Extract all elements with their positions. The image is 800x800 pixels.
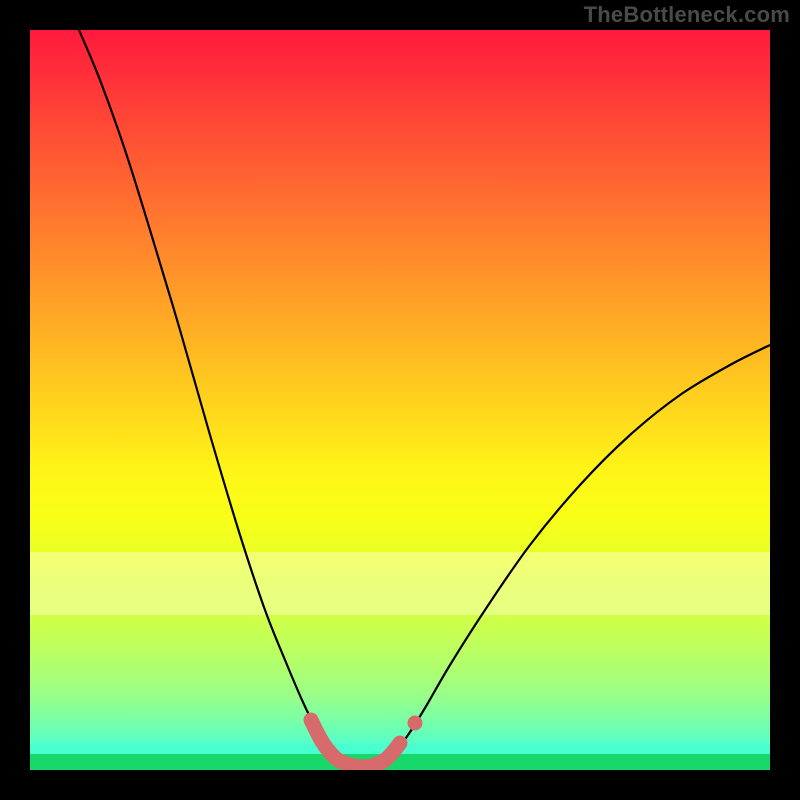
plot-area xyxy=(30,30,770,770)
watermark-text: TheBottleneck.com xyxy=(584,2,790,28)
highlight-dot xyxy=(408,716,422,730)
chart-frame: TheBottleneck.com xyxy=(0,0,800,800)
bottleneck-curve xyxy=(79,30,770,768)
highlight-region xyxy=(311,720,400,767)
curve-svg xyxy=(30,30,770,770)
